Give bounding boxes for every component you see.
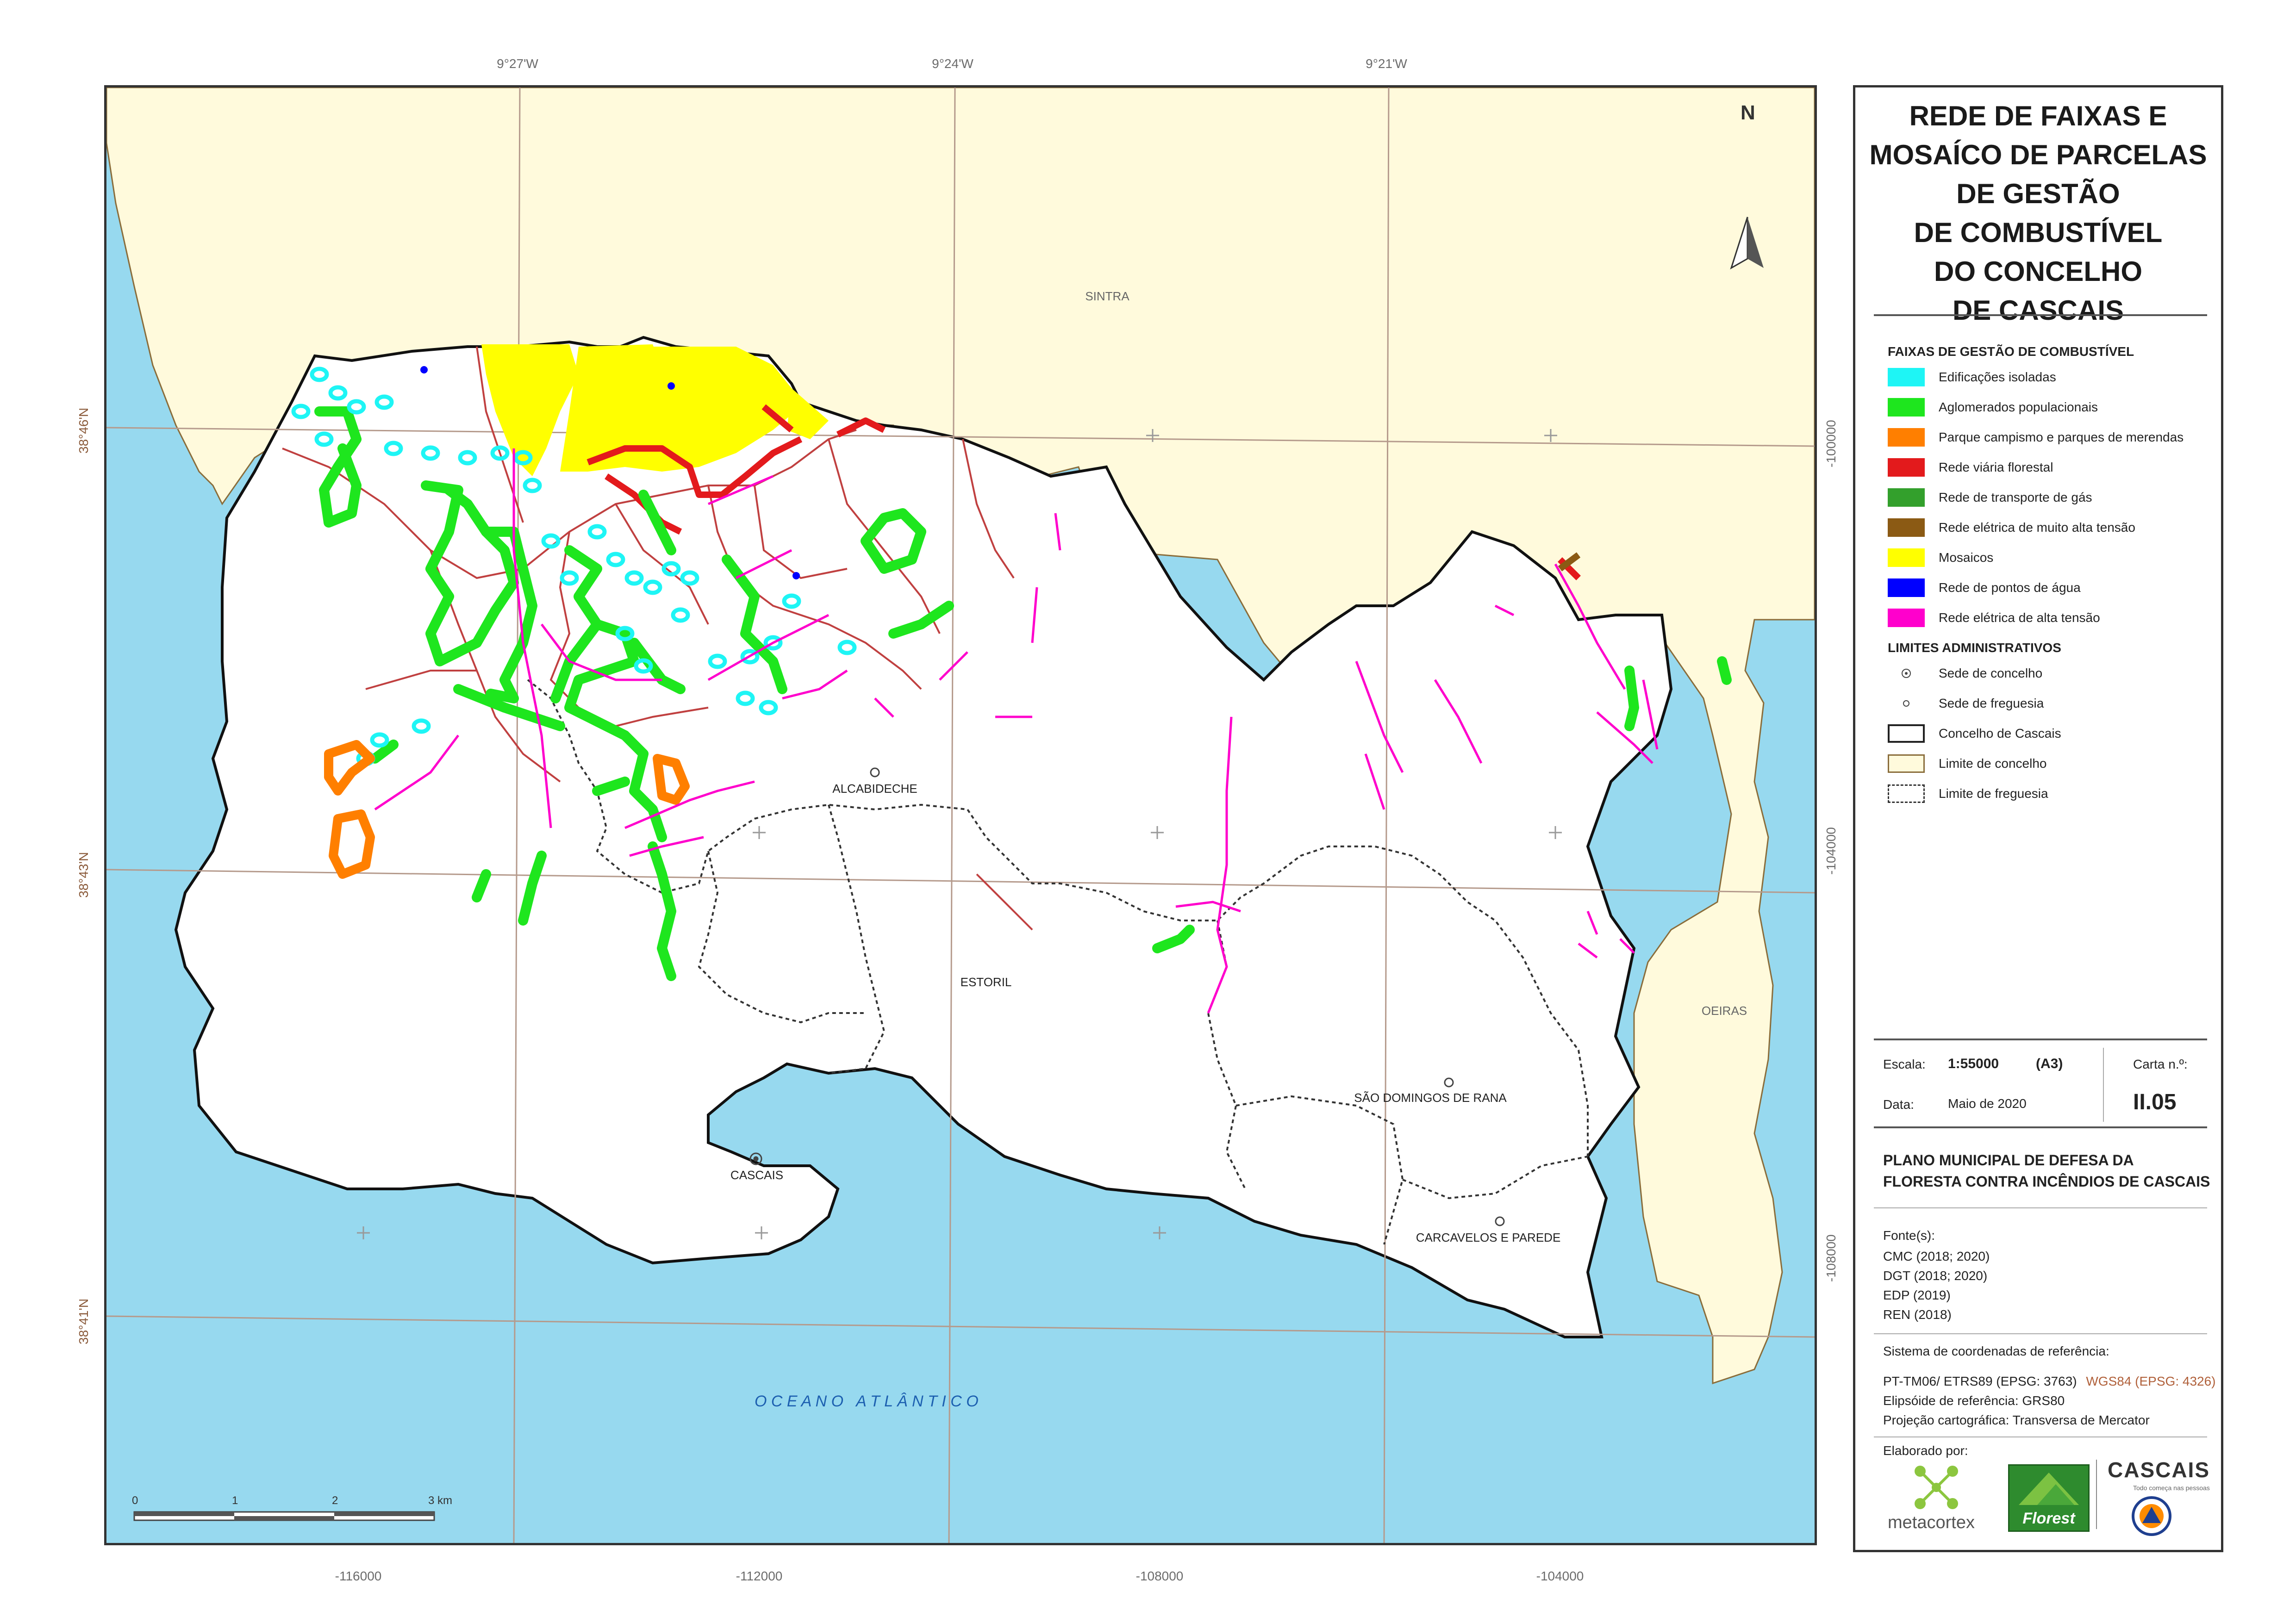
cascais-logo-text: CASCAIS <box>2108 1458 2210 1482</box>
plano-title: PLANO MUNICIPAL DE DEFESA DA FLORESTA CO… <box>1883 1152 2210 1190</box>
coord-bottom-3: -108000 <box>1136 1569 1184 1583</box>
crs-label: Sistema de coordenadas de referência: <box>1883 1344 2109 1358</box>
north-label: N <box>1741 101 1755 124</box>
legend-row-mosaicos: Mosaicos <box>1888 546 1993 570</box>
crs-line2: Elipsóide de referência: GRS80 <box>1883 1393 2065 1408</box>
swatch-aglomerados <box>1888 398 1925 417</box>
data-label: Data: <box>1883 1097 1914 1112</box>
florest-logo-icon: Florest <box>2008 1464 2090 1532</box>
legend-row-muito-alta: Rede elétrica de muito alta tensão <box>1888 516 2135 540</box>
format-value: (A3) <box>2036 1056 2063 1071</box>
coord-top-2: 9°24'W <box>932 56 973 71</box>
map-title: REDE DE FAIXAS E MOSAÍCO DE PARCELAS DE … <box>1869 100 2207 326</box>
swatch-concelho <box>1888 724 1925 743</box>
escala-value: 1:55000 <box>1948 1056 1999 1071</box>
divider-vertical <box>2096 1460 2097 1529</box>
legend-row-limite-freguesia: Limite de freguesia <box>1888 782 2048 806</box>
swatch-viaria <box>1888 458 1925 477</box>
swatch-alta-tensao <box>1888 609 1925 627</box>
coord-right-1: -100000 <box>1824 420 1838 467</box>
divider <box>1874 1436 2207 1437</box>
fonte-3: EDP (2019) <box>1883 1288 1951 1302</box>
divider <box>1874 1038 2207 1040</box>
divider <box>1874 1207 2207 1208</box>
metacortex-name: metacortex <box>1888 1513 1975 1532</box>
map-frame: SINTRA OEIRAS ALCABIDECHE ESTORIL CASCAI… <box>104 85 1817 1545</box>
coord-left-2: 38°43'N <box>76 852 91 898</box>
coord-bottom-2: -112000 <box>736 1569 783 1583</box>
protecao-civil-icon <box>2131 1495 2172 1539</box>
legend-row-pontos-agua: Rede de pontos de água <box>1888 576 2081 600</box>
cascais-tagline: Todo começa nas pessoas <box>2133 1484 2210 1492</box>
credits-label: Elaborado por: <box>1883 1443 1968 1458</box>
legend-row-concelho: Concelho de Cascais <box>1888 721 2061 746</box>
swatch-edificacoes <box>1888 368 1925 386</box>
legend-row-aglomerados: Aglomerados populacionais <box>1888 395 2098 419</box>
coord-top-1: 9°27'W <box>497 56 538 71</box>
swatch-muito-alta <box>1888 518 1925 537</box>
divider-vertical <box>2103 1048 2104 1122</box>
fonte-2: DGT (2018; 2020) <box>1883 1269 1988 1283</box>
florest-name: Florest <box>2022 1510 2075 1527</box>
legend-row-limite-concelho: Limite de concelho <box>1888 752 2046 776</box>
scale-tick-2: 2 <box>332 1494 338 1507</box>
legend-row-alta-tensao: Rede elétrica de alta tensão <box>1888 606 2100 630</box>
fonte-1: CMC (2018; 2020) <box>1883 1249 1990 1263</box>
fonte-4: REN (2018) <box>1883 1307 1952 1322</box>
divider <box>1874 1333 2207 1334</box>
scale-tick-3: 3 km <box>428 1494 453 1507</box>
label-sao-domingos: SÃO DOMINGOS DE RANA <box>1354 1091 1507 1105</box>
coord-bottom-4: -104000 <box>1536 1569 1584 1583</box>
legend-row-gas: Rede de transporte de gás <box>1888 485 2092 510</box>
legend-row-sede-freguesia: Sede de freguesia <box>1888 691 2044 715</box>
divider <box>1874 314 2207 316</box>
swatch-pontos-agua <box>1888 578 1925 597</box>
scale-tick-0: 0 <box>132 1494 138 1507</box>
legend-row-viaria: Rede viária florestal <box>1888 455 2053 479</box>
carta-label: Carta n.º: <box>2133 1057 2188 1071</box>
label-estoril: ESTORIL <box>960 975 1012 989</box>
legend-row-parque: Parque campismo e parques de merendas <box>1888 425 2184 449</box>
label-cascais: CASCAIS <box>730 1168 784 1182</box>
label-carcavelos: CARCAVELOS E PAREDE <box>1416 1231 1561 1244</box>
coord-top-3: 9°21'W <box>1366 56 1407 71</box>
scale-bar <box>133 1511 435 1521</box>
ocean-label: O C E A N O A T L Â N T I C O <box>755 1393 979 1410</box>
carta-value: II.05 <box>2133 1090 2177 1114</box>
map-canvas <box>106 87 1815 1543</box>
data-value: Maio de 2020 <box>1948 1096 2027 1111</box>
coord-right-3: -108000 <box>1824 1234 1838 1282</box>
divider <box>1874 1126 2207 1128</box>
sede-freguesia-icon <box>1888 694 1925 713</box>
escala-label: Escala: <box>1883 1057 1926 1071</box>
swatch-limite-concelho <box>1888 754 1925 773</box>
swatch-gas <box>1888 488 1925 507</box>
sede-concelho-icon <box>1888 664 1925 683</box>
metacortex-logo-icon <box>1911 1462 1962 1515</box>
swatch-parque <box>1888 428 1925 447</box>
coord-left-3: 38°41'N <box>76 1298 91 1344</box>
faixas-header: FAIXAS DE GESTÃO DE COMBUSTÍVEL <box>1888 344 2134 359</box>
fontes-label: Fonte(s): <box>1883 1228 1935 1243</box>
legend-panel: REDE DE FAIXAS E MOSAÍCO DE PARCELAS DE … <box>1853 85 2223 1552</box>
limites-header: LIMITES ADMINISTRATIVOS <box>1888 640 2061 655</box>
coord-right-2: -104000 <box>1824 827 1838 875</box>
label-alcabideche: ALCABIDECHE <box>832 782 917 796</box>
label-oeiras: OEIRAS <box>1701 1004 1747 1018</box>
swatch-mosaicos <box>1888 548 1925 567</box>
crs-line1: PT-TM06/ ETRS89 (EPSG: 3763) WGS84 (EPSG… <box>1883 1374 2216 1388</box>
legend-row-sede-concelho: Sede de concelho <box>1888 661 2042 685</box>
scale-tick-1: 1 <box>232 1494 238 1507</box>
swatch-limite-freguesia <box>1888 784 1925 803</box>
legend-row-edificacoes: Edificações isoladas <box>1888 365 2056 389</box>
label-sintra: SINTRA <box>1085 289 1129 303</box>
crs-line3: Projeção cartográfica: Transversa de Mer… <box>1883 1413 2150 1427</box>
coord-left-1: 38°46'N <box>76 407 91 454</box>
coord-bottom-1: -116000 <box>335 1569 382 1583</box>
